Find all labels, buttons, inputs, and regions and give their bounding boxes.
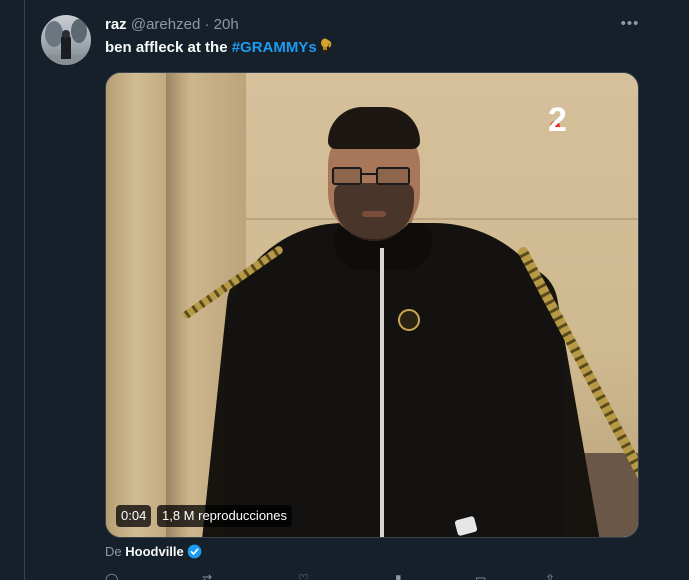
timeline-right-gutter [662, 0, 689, 580]
verified-badge-icon [187, 544, 202, 559]
video-person-emblem [398, 309, 420, 331]
tweet-text: ben affleck at the #GRAMMYs [105, 38, 333, 58]
like-icon[interactable]: ♡ [298, 570, 312, 580]
views-icon[interactable]: ▮ [395, 570, 409, 580]
retweet-icon[interactable]: ⇄ [202, 570, 216, 580]
share-icon[interactable]: ⇧ [545, 570, 559, 580]
video-attribution: De Hoodville [105, 543, 202, 561]
tweet-actions: ◯ ⇄ ♡ ▮ ▭ ⇧ [105, 570, 639, 580]
video-person-glasses [332, 167, 362, 185]
avatar-person [61, 35, 71, 59]
tweet-timestamp[interactable]: 20h [214, 16, 239, 33]
video-person-mouth [362, 211, 386, 217]
header-separator: · [204, 16, 210, 33]
attribution-prefix: De [105, 544, 122, 559]
video-player[interactable]: 2 0:04 1,8 M reproducciones [105, 72, 639, 538]
more-horizontal-icon[interactable]: ••• [619, 14, 641, 34]
author-handle[interactable]: @arehzed [131, 16, 200, 33]
video-frame-wall [106, 73, 166, 537]
tweet[interactable]: raz @arehzed · 20h ••• ben affleck at th… [25, 0, 662, 580]
video-frame-wall-line [246, 218, 638, 220]
video-person-zipper [380, 248, 384, 537]
attribution-source-link[interactable]: Hoodville [125, 544, 184, 559]
channel-logo: 2 [548, 101, 567, 139]
hashtag-link[interactable]: #GRAMMYs [232, 39, 317, 56]
video-person-glasses [362, 173, 376, 175]
video-person-glasses [376, 167, 410, 185]
bookmark-icon[interactable]: ▭ [475, 570, 489, 580]
avatar-person-head [62, 30, 70, 38]
avatar-tree [71, 19, 87, 43]
video-time-badge: 0:04 [116, 505, 152, 527]
author-display-name[interactable]: raz [105, 16, 127, 33]
tweet-header: raz @arehzed · 20h [105, 15, 239, 35]
grammy-trophy-icon [320, 38, 331, 53]
avatar[interactable] [41, 15, 91, 65]
video-views-badge: 1,8 M reproducciones [157, 505, 293, 527]
tweet-text-plain: ben affleck at the [105, 39, 232, 56]
reply-icon[interactable]: ◯ [105, 570, 119, 580]
timeline-left-gutter [0, 0, 24, 580]
video-person-hair [328, 107, 420, 149]
